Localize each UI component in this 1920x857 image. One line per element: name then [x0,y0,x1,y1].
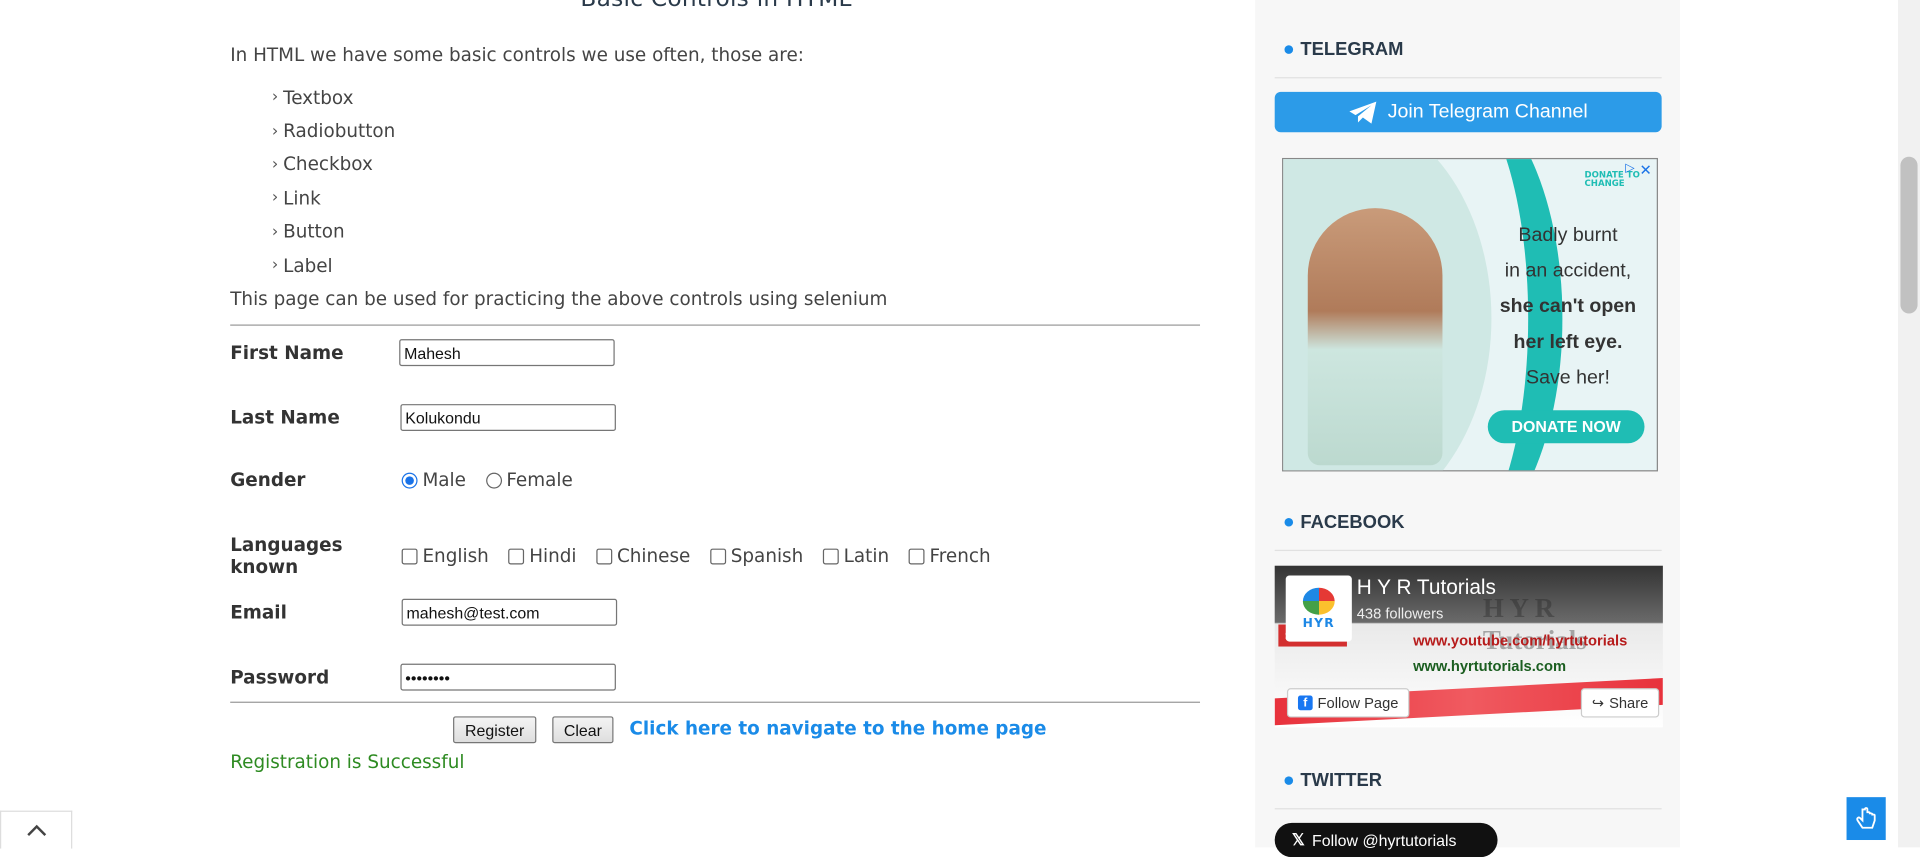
main-content: Basic Controls in HTML In HTML we have s… [0,0,1256,849]
language-english-checkbox[interactable] [401,547,418,564]
youtube-url: www.youtube.com/hyrtutorials [1413,631,1628,649]
language-chinese-checkbox[interactable] [596,547,613,564]
chevron-right-icon: › [271,222,279,241]
divider [230,701,1201,703]
bullet-dot-icon [1284,776,1294,785]
chevron-right-icon: › [271,121,279,141]
languages-label: Languages known [230,533,343,578]
section-title: Basic Controls in HTML [580,0,851,12]
language-chinese-option[interactable]: Chinese [596,545,690,567]
telegram-heading: TELEGRAM [1284,39,1403,60]
language-hindi-checkbox[interactable] [508,547,525,564]
share-icon: ↪ [1591,694,1605,712]
email-row: Email [230,598,618,626]
language-latin-option[interactable]: Latin [822,545,889,567]
last-name-input[interactable] [400,404,616,432]
home-page-link[interactable]: Click here to navigate to the home page [629,718,1046,740]
page-scrollbar[interactable] [1897,0,1920,848]
language-english-option[interactable]: English [401,545,489,567]
practice-text: This page can be used for practicing the… [230,287,888,310]
collapse-toggle[interactable] [0,810,73,849]
avatar[interactable]: HYR [1285,575,1352,642]
follow-page-button[interactable]: f Follow Page [1286,688,1410,718]
first-name-label: First Name [230,341,344,364]
last-name-row: Last Name [230,404,616,432]
facebook-heading: FACEBOOK [1284,512,1405,533]
language-french-option[interactable]: French [908,545,991,567]
gender-row: Gender Male Female [230,469,592,491]
bullet-dot-icon [1284,45,1294,54]
scroll-to-top-button[interactable] [1846,797,1886,841]
languages-row: Languages known English Hindi Chinese Sp… [230,534,1010,578]
chevron-right-icon: › [271,256,279,275]
chevron-right-icon: › [271,155,279,174]
gender-male-option[interactable]: Male [401,469,466,491]
sidebar: TELEGRAM Join Telegram Channel DONATE TO… [1255,0,1681,857]
password-input[interactable] [400,663,616,691]
gender-male-radio[interactable] [401,472,418,488]
email-input[interactable] [401,598,618,626]
scrollbar-thumb[interactable] [1900,156,1918,314]
divider [1274,808,1662,810]
password-row: Password [230,663,616,691]
chevron-right-icon: › [271,189,279,208]
list-item: › Checkbox [271,153,373,176]
gender-female-radio[interactable] [485,472,502,488]
clear-button[interactable]: Clear [552,716,614,744]
share-button[interactable]: ↪ Share [1580,688,1660,718]
join-telegram-button[interactable]: Join Telegram Channel [1274,91,1662,133]
list-item: › Label [271,254,333,277]
fb-page-name[interactable]: H Y R Tutorials [1357,576,1496,600]
first-name-row: First Name [230,339,615,367]
fb-followers-count: 438 followers [1356,604,1444,623]
list-item: › Radiobutton [271,120,396,143]
divider [1274,77,1662,79]
facebook-page-widget[interactable]: H Y R Tutorials SUBSCRIBE www.youtube.co… [1274,565,1663,728]
list-item: › Textbox [271,86,354,109]
intro-text: In HTML we have some basic controls we u… [230,44,804,67]
telegram-icon [1349,101,1377,124]
language-spanish-checkbox[interactable] [709,547,726,564]
last-name-label: Last Name [230,406,340,429]
controls-list: › Textbox › Radiobutton › Checkbox › Link › B… [272,81,395,282]
hyr-logo-icon [1302,587,1335,615]
gender-label: Gender [230,468,306,492]
divider [1274,549,1662,552]
ad-child-photo [1307,208,1443,466]
website-url: www.hyrtutorials.com [1413,657,1567,675]
adchoices-icon[interactable]: ▷ [1625,162,1634,175]
success-message: Registration is Successful [230,750,465,773]
language-spanish-option[interactable]: Spanish [709,545,803,567]
close-icon[interactable]: ✕ [1640,162,1652,179]
language-latin-checkbox[interactable] [822,547,839,564]
email-label: Email [230,601,287,624]
twitter-follow-button[interactable]: 𝕏 Follow @hyrtutorials [1274,822,1498,857]
chevron-up-icon [26,824,46,836]
list-item: › Link [271,187,321,210]
divider [230,324,1201,326]
hand-pointer-icon [1856,806,1876,829]
language-hindi-option[interactable]: Hindi [508,545,577,567]
register-button[interactable]: Register [453,716,537,744]
bullet-dot-icon [1284,517,1294,527]
donation-ad[interactable]: DONATE TO CHANGE ▷ ✕ Badly burnt in an a… [1282,157,1658,472]
first-name-input[interactable] [399,339,615,367]
password-label: Password [230,666,330,689]
ad-text: Badly burnt in an accident, she can't op… [1499,225,1637,389]
gender-female-option[interactable]: Female [485,469,573,491]
chevron-right-icon: › [271,88,279,107]
twitter-heading: TWITTER [1284,770,1382,791]
language-french-checkbox[interactable] [908,547,925,564]
facebook-icon: f [1297,695,1313,711]
donate-now-button[interactable]: DONATE NOW [1487,410,1645,444]
list-item: › Button [271,220,345,243]
